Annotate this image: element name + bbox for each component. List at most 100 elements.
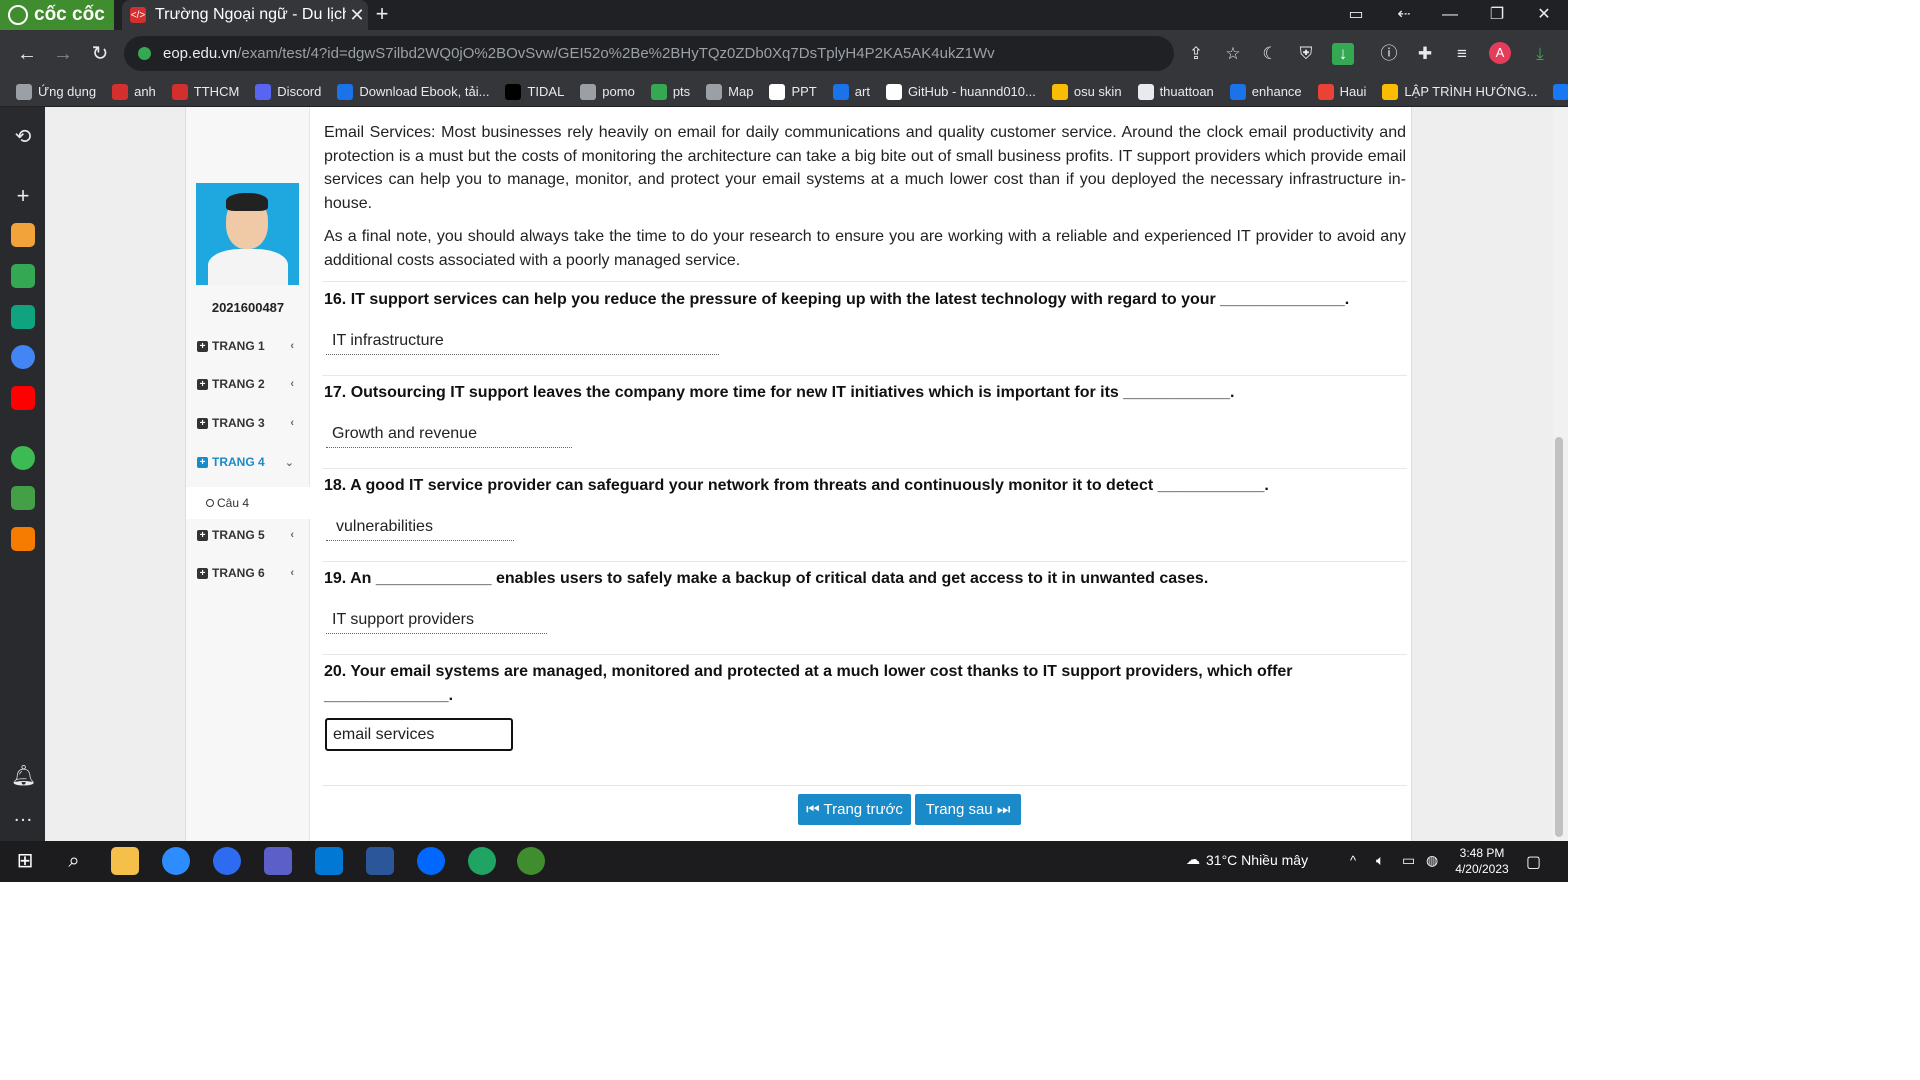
weather-widget[interactable]: ☁ 31°C Nhiều mây xyxy=(1186,851,1308,868)
bookmark-item[interactable]: osu skin xyxy=(1051,83,1122,100)
battery-icon[interactable]: ▭ xyxy=(1402,852,1415,869)
bookmark-item[interactable]: thuattoan xyxy=(1137,83,1214,100)
scrollbar-thumb[interactable] xyxy=(1555,437,1563,837)
word-icon[interactable] xyxy=(366,847,394,875)
add-icon[interactable]: + xyxy=(11,183,35,208)
bookmark-item[interactable]: anh xyxy=(112,83,156,100)
file-explorer-icon[interactable] xyxy=(111,847,139,875)
answer-field[interactable]: Growth and revenue xyxy=(326,421,572,448)
tab-close-icon[interactable]: ✕ xyxy=(346,5,368,26)
edge-dev-icon[interactable] xyxy=(468,847,496,875)
minimize-button[interactable]: — xyxy=(1432,3,1468,27)
bookmark-icon xyxy=(171,83,188,100)
notification-bell-icon[interactable]: 🔔︎ xyxy=(11,763,36,787)
extensions-puzzle-icon[interactable]: ✚ xyxy=(1414,43,1436,65)
profile-avatar[interactable]: A xyxy=(1489,42,1511,64)
chevron-icon: ‹ xyxy=(290,567,294,579)
maximize-button[interactable]: ❐ xyxy=(1479,3,1515,27)
volume-icon[interactable]: 🔈︎ xyxy=(1376,852,1384,869)
tab-active[interactable]: </> Trường Ngoại ngữ - Du lịch ✕ xyxy=(122,0,368,30)
share-icon[interactable]: ⇪ xyxy=(1185,43,1207,65)
bookmark-item[interactable]: Ứng dụng xyxy=(16,83,96,100)
bookmark-item[interactable]: Discord xyxy=(255,83,321,100)
page-nav-item[interactable]: + TRANG 1 ‹ xyxy=(186,327,310,365)
notification-center-icon[interactable]: ▢ xyxy=(1526,852,1541,872)
zalo-icon[interactable] xyxy=(417,847,445,875)
notes-app-icon[interactable] xyxy=(11,223,35,247)
bookmark-item[interactable]: pomo xyxy=(580,83,635,100)
browser-brand: cốc cốc xyxy=(34,4,105,25)
question-link[interactable]: Câu 4 xyxy=(186,487,310,519)
answer-field[interactable]: vulnerabilities xyxy=(326,514,514,541)
next-page-button[interactable]: Trang sau ⏭ xyxy=(915,794,1021,825)
answer-field[interactable]: IT infrastructure xyxy=(326,328,719,355)
security-shield-icon[interactable] xyxy=(11,486,35,510)
bookmark-item[interactable]: TTHCM xyxy=(171,83,239,100)
dark-mode-moon-icon[interactable]: ☾ xyxy=(1259,43,1281,65)
coccoc-logo[interactable]: cốc cốc xyxy=(0,0,114,30)
answer-field[interactable]: IT support providers xyxy=(326,607,547,634)
youtube-icon[interactable] xyxy=(11,386,35,410)
bookmark-item[interactable]: enhance xyxy=(1229,83,1302,100)
coccoc-taskbar-icon[interactable] xyxy=(517,847,545,875)
back-history-icon[interactable]: ⇠ xyxy=(1386,3,1422,27)
search-icon[interactable]: ⌕ xyxy=(60,847,88,875)
bookmark-item[interactable]: TIDAL xyxy=(505,83,564,100)
windows-start-icon[interactable]: ⊞ xyxy=(11,847,39,875)
page-nav-item[interactable]: + TRANG 2 ‹ xyxy=(186,365,310,403)
history-icon[interactable]: ⟲ xyxy=(11,124,35,148)
bookmark-item[interactable]: art xyxy=(832,83,870,100)
google-drive-icon[interactable] xyxy=(11,264,35,288)
bookmark-item[interactable]: Haui xyxy=(1317,83,1366,100)
cast-icon[interactable]: ▭ xyxy=(1338,3,1374,27)
forward-arrow-icon[interactable]: → xyxy=(50,41,76,67)
page-nav-item[interactable]: + TRANG 6 ‹ xyxy=(186,554,310,592)
bookmark-label: PPT xyxy=(791,84,817,99)
more-options-icon[interactable]: … xyxy=(11,804,35,828)
question-link-label: Câu 4 xyxy=(217,496,250,510)
question-text: 20. Your email systems are managed, moni… xyxy=(324,663,1293,704)
tray-chevron-icon[interactable]: ^ xyxy=(1350,853,1356,868)
chevron-icon: ‹ xyxy=(290,340,294,352)
zoom-icon[interactable] xyxy=(213,847,241,875)
bookmark-item[interactable]: Map xyxy=(706,83,753,100)
extension-info-icon[interactable]: ⓘ xyxy=(1378,43,1400,65)
question-block: 18. A good IT service provider can safeg… xyxy=(322,468,1407,561)
prev-page-button[interactable]: ⏮ Trang trước xyxy=(798,794,911,825)
back-arrow-icon[interactable]: ← xyxy=(14,41,40,67)
bookmark-icon xyxy=(505,83,522,100)
chatgpt-icon[interactable] xyxy=(11,305,35,329)
download-extension-icon[interactable]: ↓ xyxy=(1332,43,1354,65)
google-icon[interactable] xyxy=(11,345,35,369)
shopping-cart-icon[interactable] xyxy=(11,527,35,551)
bookmark-item[interactable]: Download Ebook, tải... xyxy=(337,83,489,100)
browser-toolbar: ← → ↻ eop.edu.vn /exam/test/4?id=dgwS7il… xyxy=(0,30,1568,77)
new-tab-button[interactable]: + xyxy=(371,3,393,25)
bookmark-item[interactable]: PPT xyxy=(769,83,817,100)
system-clock[interactable]: 3:48 PM 4/20/2023 xyxy=(1450,845,1514,877)
bookmark-star-icon[interactable]: ☆ xyxy=(1222,43,1244,65)
bookmark-item[interactable]: pts xyxy=(650,83,690,100)
bookmark-item[interactable]: GitHub - huannd010... xyxy=(885,83,1036,100)
close-window-button[interactable]: ✕ xyxy=(1526,3,1562,27)
reading-list-icon[interactable]: ≡ xyxy=(1451,43,1473,65)
page-nav-item[interactable]: + TRANG 5 ‹ xyxy=(186,516,310,554)
shield-icon[interactable]: ⛨ xyxy=(1295,43,1317,65)
page-nav-item[interactable]: + TRANG 3 ‹ xyxy=(186,404,310,442)
plus-icon: + xyxy=(197,378,208,390)
vscode-icon[interactable] xyxy=(315,847,343,875)
language-globe-icon[interactable]: ◍ xyxy=(1426,852,1438,869)
bookmark-item[interactable]: I xyxy=(1553,83,1568,100)
question-text: 17. Outsourcing IT support leaves the co… xyxy=(324,384,1235,401)
chevron-icon: ‹ xyxy=(290,378,294,390)
safari-icon[interactable] xyxy=(162,847,190,875)
answer-input-active[interactable] xyxy=(325,718,513,751)
soccer-icon[interactable] xyxy=(11,446,35,470)
dev-c-icon[interactable] xyxy=(264,847,292,875)
bookmark-icon xyxy=(1229,83,1246,100)
downloads-icon[interactable]: ⤓ xyxy=(1529,43,1551,65)
reload-icon[interactable]: ↻ xyxy=(87,41,113,67)
address-bar[interactable]: eop.edu.vn /exam/test/4?id=dgwS7ilbd2WQ0… xyxy=(124,36,1174,71)
bookmark-item[interactable]: LẬP TRÌNH HƯỚNG... xyxy=(1382,83,1537,100)
page-nav-item[interactable]: + TRANG 4 ⌄ xyxy=(186,443,310,481)
